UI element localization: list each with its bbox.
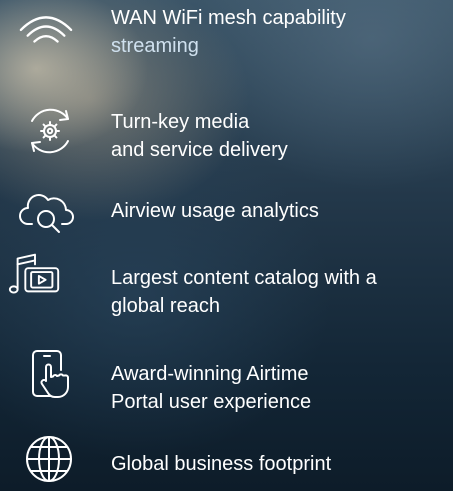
touch-phone-icon [20,346,78,404]
feature-label: Award-winning Airtime Portal user experi… [111,360,446,416]
feature-label-line: Largest content catalog with a [111,267,377,289]
gear-cycle-icon [21,102,79,160]
feature-label-line: Portal user experience [111,391,312,413]
feature-label: Turn-key media and service delivery [111,108,446,164]
feature-label-line: WAN WiFi mesh capability [111,7,346,29]
feature-list: WAN WiFi mesh capability streaming Turn-… [0,0,453,491]
feature-label-line: Global business footprint [111,453,332,475]
feature-label-line: Award-winning Airtime [111,363,309,385]
feature-label-line: streaming [111,35,199,57]
feature-label-line: global reach [111,295,220,317]
wifi-icon [17,0,75,56]
cloud-search-icon [18,183,76,241]
feature-label-line: and service delivery [111,139,288,161]
feature-label: Largest content catalog with a global re… [111,264,446,320]
feature-label: WAN WiFi mesh capability streaming [111,4,446,60]
feature-label-line: Airview usage analytics [111,200,319,222]
feature-label-line: Turn-key media [111,111,250,133]
feature-label: Global business footprint [111,450,446,478]
music-video-icon [6,245,64,303]
feature-label: Airview usage analytics [111,197,446,225]
globe-icon [20,430,78,488]
